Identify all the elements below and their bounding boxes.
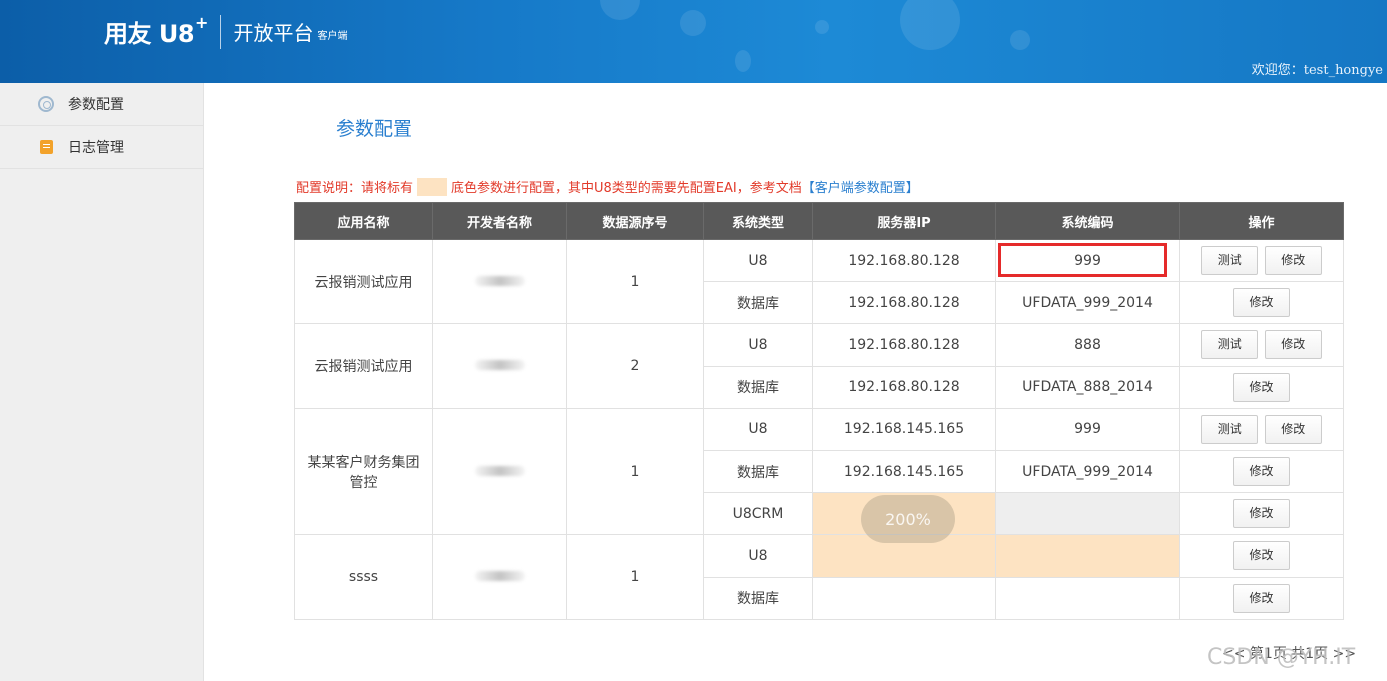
- logo-divider: [220, 14, 222, 49]
- actions-cell: 修改: [1179, 365, 1344, 409]
- gear-icon: [38, 96, 54, 112]
- actions-cell: 测试 修改: [1179, 407, 1344, 451]
- col-header-actions: 操作: [1179, 202, 1344, 240]
- page-title: 参数配置: [336, 118, 413, 140]
- ip-cell: 192.168.80.128: [812, 323, 996, 367]
- ip-cell: 192.168.80.128: [812, 281, 996, 325]
- edition-label: 客户端: [317, 31, 348, 42]
- col-header-developer: 开发者名称: [432, 202, 567, 240]
- edit-button[interactable]: 修改: [1233, 372, 1290, 402]
- ip-cell: 192.168.80.128: [812, 238, 996, 283]
- seq-cell: 1: [566, 238, 704, 325]
- test-button[interactable]: 测试: [1201, 246, 1259, 276]
- type-cell: U8: [703, 238, 813, 283]
- top-header: 用友 U8 + 开放平台 客户端 欢迎您：test_hongye: [0, 0, 1387, 83]
- platform-name: 开放平台: [233, 21, 314, 45]
- developer-cell: [432, 407, 567, 536]
- developer-cell: [432, 238, 567, 325]
- code-cell: 999: [995, 407, 1180, 451]
- table-row: 云报销测试应用 1 U8 192.168.80.128 999 测试 修改: [294, 238, 1344, 325]
- ip-cell: 192.168.80.128: [812, 365, 996, 409]
- code-cell: UFDATA_999_2014: [995, 281, 1180, 325]
- edit-button[interactable]: 修改: [1264, 414, 1322, 444]
- brand-logo: 用友 U8 + 开放平台 客户端: [104, 13, 348, 49]
- redacted-text: [474, 571, 525, 581]
- edit-button[interactable]: 修改: [1233, 499, 1290, 529]
- code-cell: UFDATA_888_2014: [995, 365, 1180, 409]
- highlight-swatch: [417, 177, 448, 196]
- edit-button[interactable]: 修改: [1233, 541, 1290, 571]
- sidebar: 参数配置 日志管理: [0, 83, 204, 681]
- col-header-code: 系统编码: [995, 202, 1180, 240]
- developer-cell: [432, 534, 567, 620]
- type-cell: 数据库: [703, 576, 813, 620]
- col-header-seq: 数据源序号: [566, 202, 704, 240]
- doc-link[interactable]: 【客户端参数配置】: [802, 177, 919, 196]
- redacted-text: [474, 360, 525, 371]
- code-cell: 888: [995, 323, 1180, 367]
- edit-button[interactable]: 修改: [1233, 457, 1290, 487]
- app-name-cell: 云报销测试应用: [294, 323, 433, 409]
- welcome-text: 欢迎您：test_hongye: [1251, 63, 1383, 78]
- seq-cell: 1: [566, 407, 704, 536]
- zoom-indicator: 200%: [861, 495, 955, 543]
- notice-middle: 底色参数进行配置，其中U8类型的需要先配置EAI，参考文档: [451, 181, 802, 196]
- edit-button[interactable]: 修改: [1264, 246, 1322, 276]
- config-table: 应用名称 开发者名称 数据源序号 系统类型 服务器IP 系统编码 操作 云报销测…: [294, 202, 1344, 620]
- actions-cell: 修改: [1179, 449, 1344, 494]
- type-cell: U8: [703, 407, 813, 451]
- type-cell: 数据库: [703, 365, 813, 409]
- actions-cell: 修改: [1179, 576, 1344, 620]
- col-header-type: 系统类型: [703, 202, 813, 240]
- col-header-app: 应用名称: [294, 202, 433, 240]
- actions-cell: 测试 修改: [1179, 323, 1344, 367]
- redacted-text: [474, 465, 525, 476]
- code-value: 999: [1074, 252, 1101, 269]
- type-cell: U8: [703, 534, 813, 578]
- actions-cell: 修改: [1179, 281, 1344, 325]
- code-cell-highlighted: 999: [995, 238, 1180, 283]
- seq-cell: 1: [566, 534, 704, 620]
- watermark: CSDN @YH.IT: [1207, 645, 1356, 670]
- seq-cell: 2: [566, 323, 704, 409]
- ip-cell: [812, 576, 996, 620]
- code-cell-disabled: [995, 492, 1180, 536]
- actions-cell: 测试 修改: [1179, 238, 1344, 283]
- test-button[interactable]: 测试: [1201, 414, 1259, 444]
- app-name-cell: 云报销测试应用: [294, 238, 433, 325]
- type-cell: U8: [703, 323, 813, 367]
- app-name-cell: 某某客户财务集团管控: [294, 407, 433, 536]
- type-cell: U8CRM: [703, 492, 813, 536]
- col-header-ip: 服务器IP: [812, 202, 996, 240]
- config-notice: 配置说明：请将标有 底色参数进行配置，其中U8类型的需要先配置EAI，参考文档 …: [296, 177, 919, 196]
- table-row: ssss 1 U8 修改: [294, 534, 1344, 620]
- logo-text: 用友 U8: [104, 20, 195, 48]
- sidebar-item-param-config[interactable]: 参数配置: [0, 83, 203, 126]
- developer-cell: [432, 323, 567, 409]
- sidebar-item-label: 日志管理: [68, 140, 124, 156]
- code-cell: UFDATA_999_2014: [995, 449, 1180, 494]
- table-row: 某某客户财务集团管控 1 U8 192.168.145.165 999 测试 修…: [294, 407, 1344, 536]
- ip-cell: 192.168.145.165: [812, 449, 996, 494]
- code-cell-editable[interactable]: [995, 534, 1180, 578]
- notice-prefix: 配置说明：请将标有: [296, 181, 414, 196]
- actions-cell: 修改: [1179, 492, 1344, 536]
- edit-button[interactable]: 修改: [1264, 330, 1322, 360]
- edit-button[interactable]: 修改: [1233, 288, 1290, 318]
- table-header-row: 应用名称 开发者名称 数据源序号 系统类型 服务器IP 系统编码 操作: [294, 202, 1344, 240]
- type-cell: 数据库: [703, 449, 813, 494]
- log-icon: [38, 139, 54, 155]
- actions-cell: 修改: [1179, 534, 1344, 578]
- table-row: 云报销测试应用 2 U8 192.168.80.128 888 测试 修改: [294, 323, 1344, 409]
- code-cell: [995, 576, 1180, 620]
- edit-button[interactable]: 修改: [1233, 583, 1290, 613]
- sidebar-item-log-management[interactable]: 日志管理: [0, 126, 203, 169]
- app-name-cell: ssss: [294, 534, 433, 620]
- redacted-text: [474, 275, 525, 286]
- sidebar-item-label: 参数配置: [68, 97, 124, 113]
- ip-cell: 192.168.145.165: [812, 407, 996, 451]
- test-button[interactable]: 测试: [1201, 330, 1259, 360]
- logo-plus: +: [195, 13, 209, 32]
- type-cell: 数据库: [703, 281, 813, 325]
